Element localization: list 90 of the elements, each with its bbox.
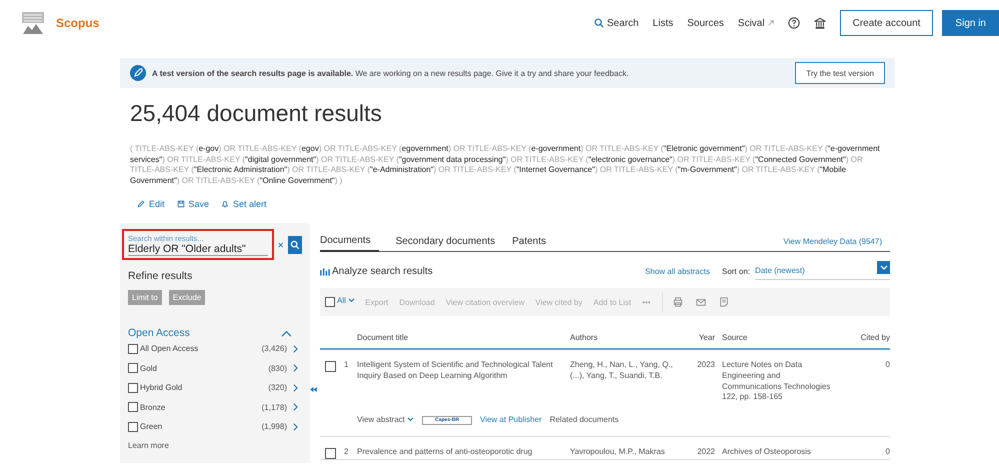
source-cell-text: Archives of Osteoporosis (722, 446, 812, 458)
collapse-chevron-icon[interactable] (281, 330, 292, 336)
view-at-publisher-link[interactable]: View at Publisher (480, 415, 542, 426)
authors-cell-text: Yavropoulou, M.P., Makras (570, 446, 666, 458)
facet-option-label[interactable]: Green (140, 422, 262, 432)
rocket-icon (130, 65, 146, 81)
document-title[interactable]: Prevalence and patterns of anti-osteoporotic drug (357, 446, 567, 459)
row-number: 1 (344, 360, 348, 371)
column-header[interactable]: Year (689, 333, 715, 342)
cited-by-cell-text: 0 (884, 446, 890, 458)
facet-count: (830) (268, 364, 287, 373)
chevron-down-icon[interactable] (407, 417, 414, 422)
results-tab[interactable]: Documents (320, 235, 379, 252)
checkbox[interactable] (128, 344, 138, 354)
view-abstract-link[interactable]: View abstract (357, 415, 414, 426)
sort-dropdown[interactable]: Date (newest) (755, 262, 890, 280)
year-cell-text: 2022 (696, 446, 715, 458)
facet-count: (320) (268, 383, 287, 392)
chevron-down-icon[interactable] (348, 298, 356, 303)
query-action-link[interactable]: Save (176, 199, 210, 209)
results-tab[interactable]: Patents (512, 236, 546, 251)
chevron-right-icon[interactable] (293, 403, 298, 412)
checkbox[interactable] (128, 422, 138, 432)
facet-heading[interactable]: Open Access (128, 327, 190, 339)
bell-icon[interactable] (221, 200, 230, 208)
checkbox[interactable] (128, 382, 138, 393)
column-header[interactable]: Cited by (842, 333, 890, 342)
facet-option-label[interactable]: All Open Access (140, 344, 262, 354)
bar-chart-icon[interactable] (320, 266, 330, 276)
search-query: ( TITLE-ABS-KEY (e-gov) OR TITLE-ABS-KEY (egov) OR TITLE-ABS-KEY (egovernment) OR TITLE-ABS-KEY (e-government) OR TITLE-ABS-KEY ("Eletronic government") OR TITLE-ABS-KEY ("e-government services") OR TITLE-ABS-KEY ("digital government") OR TITLE-ABS-KEY ("government data processing") OR TITLE-ABS-KEY ("electronic governance") OR TITLE-ABS-KEY ("Connected Government") OR TITLE-ABS-KEY ("Electronic Administration") OR TITLE-ABS-KEY ("e-Administration") OR TITLE-ABS-KEY ("Internet Governance") OR TITLE-ABS-KEY ("m-Government") OR TITLE-ABS-KEY ("Mobile Government") OR TITLE-ABS-KEY ("Online Government") ) (130, 144, 881, 186)
external-link-icon[interactable] (768, 20, 774, 26)
refine-heading: Refine results (128, 270, 194, 282)
show-all-abstracts-link[interactable]: Show all abstracts (645, 266, 710, 276)
facet-option-label[interactable]: Bronze (140, 402, 262, 412)
analyze-results-link[interactable]: Analyze search results (332, 266, 433, 276)
document-icon[interactable] (718, 297, 729, 307)
nav-link[interactable]: Search (594, 18, 639, 28)
sort-label: Sort on: (722, 266, 750, 276)
chevron-down-icon (880, 264, 888, 270)
document-title[interactable]: Intelligent System of Scientific and Technological Talent Inquiry Based on Deep Learning Algorithm (357, 360, 567, 404)
column-header[interactable]: Authors (570, 333, 687, 342)
row-checkbox[interactable] (325, 361, 336, 372)
results-tab[interactable]: Secondary documents (396, 236, 496, 251)
search-within-input[interactable]: Elderly OR "Older adults" (128, 242, 268, 256)
print-icon[interactable] (672, 297, 683, 307)
email-icon[interactable] (696, 297, 706, 307)
chevron-right-icon[interactable] (293, 384, 298, 392)
save-icon[interactable] (176, 200, 185, 208)
account-button[interactable]: Sign in (942, 10, 999, 36)
search-button[interactable] (288, 236, 302, 254)
column-header[interactable]: Source (722, 333, 842, 342)
try-test-version-button[interactable]: Try the test version (795, 62, 885, 84)
row-checkbox[interactable] (325, 448, 336, 459)
search-icon[interactable] (594, 18, 604, 28)
facet-option-label[interactable]: Hybrid Gold (140, 383, 268, 392)
select-all-dropdown[interactable]: All (337, 296, 356, 305)
mendeley-data-link[interactable]: View Mendeley Data (9547) (783, 237, 882, 251)
collapse-sidebar-icon[interactable] (310, 387, 317, 392)
checkbox[interactable] (128, 363, 138, 374)
institution-icon[interactable] (814, 17, 826, 29)
source-cell-text: Lecture Notes on Data Engineering and Communications Technologies 122, pp. 158-165 (722, 360, 832, 404)
year-cell-text: 2023 (696, 360, 715, 371)
search-icon (290, 240, 300, 250)
related-documents-link[interactable]: Related documents (550, 415, 619, 426)
checkbox[interactable] (128, 402, 138, 412)
facet-count: (3,426) (262, 344, 287, 354)
logo-icon[interactable] (20, 10, 46, 36)
clear-icon[interactable] (278, 240, 284, 248)
cited-by-cell-text: 0 (884, 360, 890, 371)
column-header[interactable]: Document title (357, 333, 567, 342)
query-action-link[interactable]: Edit (137, 199, 165, 209)
facet-option-label[interactable]: Gold (140, 364, 268, 373)
row-number: 2 (344, 446, 348, 458)
chevron-right-icon[interactable] (293, 364, 298, 372)
authors-cell-text: Zheng, H., Nan, L., Yang, Q., (...), Yang, T., Suandi, T.B. (570, 360, 674, 382)
query-action-link[interactable]: Set alert (221, 199, 267, 209)
results-count-title: 25,404 document results (130, 100, 383, 127)
select-all-checkbox[interactable] (325, 297, 335, 307)
pencil-icon[interactable] (137, 200, 145, 208)
learn-more-link[interactable]: Learn more (128, 440, 302, 450)
account-button[interactable]: Create account (840, 10, 934, 36)
chevron-right-icon[interactable] (293, 344, 298, 353)
facet-count: (1,998) (262, 422, 287, 432)
nav-link[interactable]: Sources (687, 18, 724, 28)
nav-link[interactable]: Scival (738, 18, 774, 28)
nav-link[interactable]: Lists (652, 18, 674, 28)
facet-count: (1,178) (262, 402, 287, 412)
help-icon[interactable] (788, 17, 800, 29)
notice-text: A test version of the search results page is available. We are working on a new results page. Give it a try and share your feedback. (152, 68, 629, 78)
chevron-right-icon[interactable] (293, 422, 298, 431)
